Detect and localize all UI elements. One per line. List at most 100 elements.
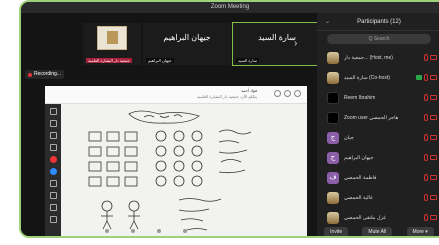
mic-muted-icon[interactable]: [424, 74, 428, 81]
shape-tool-icon[interactable]: [49, 180, 57, 187]
participant-name: Reem Ibrahim: [344, 95, 376, 101]
participant-logo-image: [97, 26, 127, 50]
mic-muted-icon[interactable]: [424, 194, 428, 201]
camera-off-icon[interactable]: [430, 155, 437, 160]
video-thumbnail[interactable]: جمعية دار البشارة العلمية: [83, 23, 141, 65]
participants-footer: Invite Mute All More ▾: [317, 224, 439, 236]
participant-row[interactable]: غالية الحمصي: [317, 188, 439, 208]
participant-name: Zoom user هاجر الحمصي: [344, 115, 399, 121]
left-boxes-group: [88, 131, 138, 187]
pointer-tool-icon[interactable]: [49, 108, 57, 115]
mic-muted-icon[interactable]: [424, 154, 428, 161]
participant-row[interactable]: جمعية دار... (Host, me): [317, 48, 439, 68]
participant-status-icons: [424, 114, 437, 121]
participant-status-icons: [424, 214, 437, 221]
share-controls: [274, 90, 301, 97]
participants-list: جمعية دار... (Host, me) سارة السيد (Co-ho…: [317, 48, 439, 228]
invite-button[interactable]: Invite: [324, 227, 349, 236]
handwriting-sketch: [88, 110, 252, 231]
thumbnail-name-label: جمعية دار البشارة العلمية: [86, 58, 132, 63]
participant-status-icons: [424, 194, 437, 201]
avatar: [327, 112, 339, 124]
text-tool-icon[interactable]: [49, 192, 57, 199]
avatar: [327, 72, 339, 84]
participant-name: جمعية دار... (Host, me): [344, 55, 393, 61]
highlighter-tool-icon[interactable]: [49, 132, 57, 139]
page-dot[interactable]: [157, 229, 161, 233]
camera-off-icon[interactable]: [430, 75, 437, 80]
participant-name: جيهان البراهيم: [344, 155, 374, 161]
participant-row[interactable]: Reem Ibrahim: [317, 88, 439, 108]
record-dot-icon: [28, 72, 32, 77]
mute-all-button[interactable]: Mute All: [362, 227, 393, 236]
zoom-card: Zoom Meeting جمعية دار البشارة العلمية ج…: [19, 0, 439, 238]
participant-name: جيان: [344, 135, 354, 141]
share-header-title: فؤاد أحمد: [241, 88, 257, 93]
recording-indicator[interactable]: Recording...: [25, 70, 64, 79]
page-dot[interactable]: [131, 229, 135, 233]
video-thumbnail-active[interactable]: سارة السيد سارة السيد: [232, 22, 322, 66]
chevron-right-icon[interactable]: ›: [294, 38, 297, 49]
mic-muted-icon[interactable]: [424, 134, 428, 141]
meeting-main-area: جمعية دار البشارة العلمية جيهان البراهيم…: [21, 13, 322, 236]
camera-off-icon[interactable]: [430, 55, 437, 60]
avatar: [327, 212, 339, 224]
avatar: ف: [327, 172, 339, 184]
participant-name: غزل ملتقى الحمصي: [344, 215, 386, 221]
participant-status-icons: [416, 74, 437, 81]
participant-row[interactable]: سارة السيد (Co-host): [317, 68, 439, 88]
pen-tool-icon[interactable]: [49, 120, 57, 127]
eraser-tool-icon[interactable]: [49, 144, 57, 151]
mic-muted-icon[interactable]: [424, 94, 428, 101]
camera-off-icon[interactable]: [430, 95, 437, 100]
more-button[interactable]: More ▾: [406, 227, 434, 236]
participant-row[interactable]: ج جيهان البراهيم: [317, 148, 439, 168]
participant-row[interactable]: Zoom user هاجر الحمصي: [317, 108, 439, 128]
participant-name: فاطمة الحمصي: [344, 175, 377, 181]
thumbnail-name-label: جيهان البراهيم: [146, 58, 174, 63]
zoom-out-icon[interactable]: [284, 90, 291, 97]
thumbnail-display-name: سارة السيد: [258, 33, 296, 42]
recording-label: Recording...: [34, 71, 61, 77]
redo-icon[interactable]: [49, 216, 57, 223]
participant-row[interactable]: ف فاطمة الحمصي: [317, 168, 439, 188]
participant-status-icons: [424, 154, 437, 161]
mic-muted-icon[interactable]: [424, 114, 428, 121]
camera-off-icon[interactable]: [430, 195, 437, 200]
camera-off-icon[interactable]: [430, 135, 437, 140]
window-title: Zoom Meeting: [21, 2, 439, 13]
color-red-icon[interactable]: [49, 156, 57, 163]
camera-off-icon[interactable]: [430, 175, 437, 180]
avatar: ج: [327, 152, 339, 164]
zoom-in-icon[interactable]: [274, 90, 281, 97]
participants-panel: ⌄ Participants (12) Q Search جمعية دار..…: [317, 13, 439, 236]
avatar: [327, 92, 339, 104]
avatar: [327, 192, 339, 204]
page-dot[interactable]: [183, 229, 187, 233]
mic-muted-icon[interactable]: [424, 54, 428, 61]
participant-row[interactable]: ج جيان: [317, 128, 439, 148]
whiteboard-drawing: [69, 108, 291, 236]
page-dot[interactable]: [105, 229, 109, 233]
chevron-down-icon[interactable]: ⌄: [325, 13, 330, 31]
mic-muted-icon[interactable]: [424, 214, 428, 221]
share-header: فؤاد أحمد يتكلم الآن: جمعية دار البشارة …: [45, 86, 307, 104]
undo-icon[interactable]: [49, 204, 57, 211]
participants-title: Participants (12): [357, 19, 401, 25]
participant-status-icons: [424, 54, 437, 61]
video-thumbnail[interactable]: جيهان البراهيم جيهان البراهيم: [143, 23, 231, 65]
share-header-subtitle: يتكلم الآن: جمعية دار البشارة العلمية: [196, 94, 257, 99]
participant-status-icons: [424, 174, 437, 181]
video-on-icon: [416, 75, 422, 80]
thumbnail-display-name: جيهان البراهيم: [163, 33, 211, 42]
participant-status-icons: [424, 134, 437, 141]
camera-off-icon[interactable]: [430, 115, 437, 120]
mic-muted-icon[interactable]: [424, 174, 428, 181]
participants-search-input[interactable]: Q Search: [327, 34, 431, 44]
fullscreen-icon[interactable]: [294, 90, 301, 97]
color-blue-icon[interactable]: [49, 168, 57, 175]
page-indicator: [105, 229, 187, 233]
camera-off-icon[interactable]: [430, 215, 437, 220]
video-thumbnail-strip: جمعية دار البشارة العلمية جيهان البراهيم…: [83, 22, 322, 66]
participant-status-icons: [424, 94, 437, 101]
